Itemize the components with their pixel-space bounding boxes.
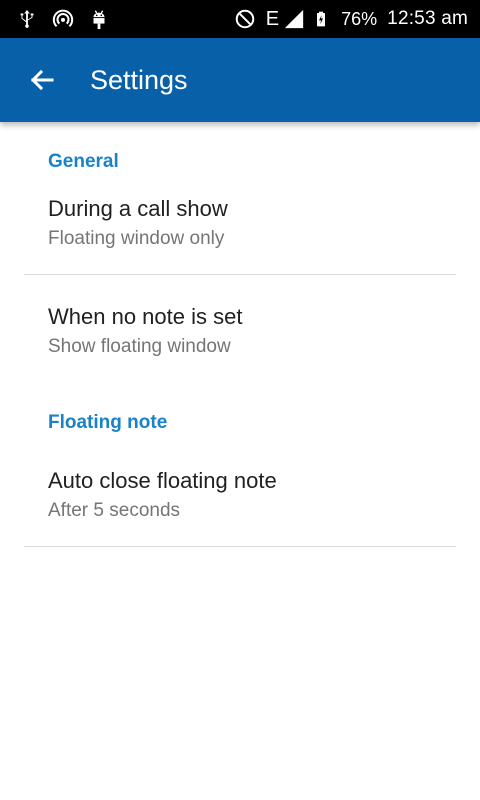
section-header-general: General [48, 151, 119, 172]
hotspot-icon [52, 9, 74, 28]
back-arrow-icon [30, 69, 54, 91]
pref-auto-close-floating-note[interactable]: Auto close floating note After 5 seconds [0, 467, 480, 523]
page-title: Settings [90, 65, 188, 95]
divider [24, 546, 456, 547]
pref-summary: Show floating window [48, 336, 231, 357]
signal-icon [284, 9, 304, 29]
pref-when-no-note-set[interactable]: When no note is set Show floating window [0, 303, 480, 359]
battery-charging-icon [317, 11, 326, 27]
battery-percent: 76% [341, 9, 378, 29]
usb-icon [20, 9, 34, 28]
status-bar-notifications [16, 7, 110, 31]
pref-during-call-show[interactable]: During a call show Floating window only [0, 195, 480, 251]
settings-list: General During a call show Floating wind… [0, 122, 480, 547]
app-bar: Settings [0, 38, 480, 122]
pref-title: During a call show [48, 196, 228, 221]
divider [24, 274, 456, 275]
clock: 12:53 am [387, 8, 468, 29]
pref-title: When no note is set [48, 304, 243, 329]
android-debug-icon [93, 10, 105, 30]
pref-title: Auto close floating note [48, 468, 277, 493]
back-button[interactable] [22, 60, 62, 100]
pref-summary: Floating window only [48, 228, 225, 249]
status-bar: E 76% 12:53 am [0, 0, 480, 38]
network-type: E [265, 8, 280, 30]
pref-summary: After 5 seconds [48, 500, 181, 521]
do-not-disturb-icon [235, 9, 255, 29]
status-bar-system: E 76% 12:53 am [234, 7, 468, 31]
section-header-floating-note: Floating note [48, 412, 168, 433]
